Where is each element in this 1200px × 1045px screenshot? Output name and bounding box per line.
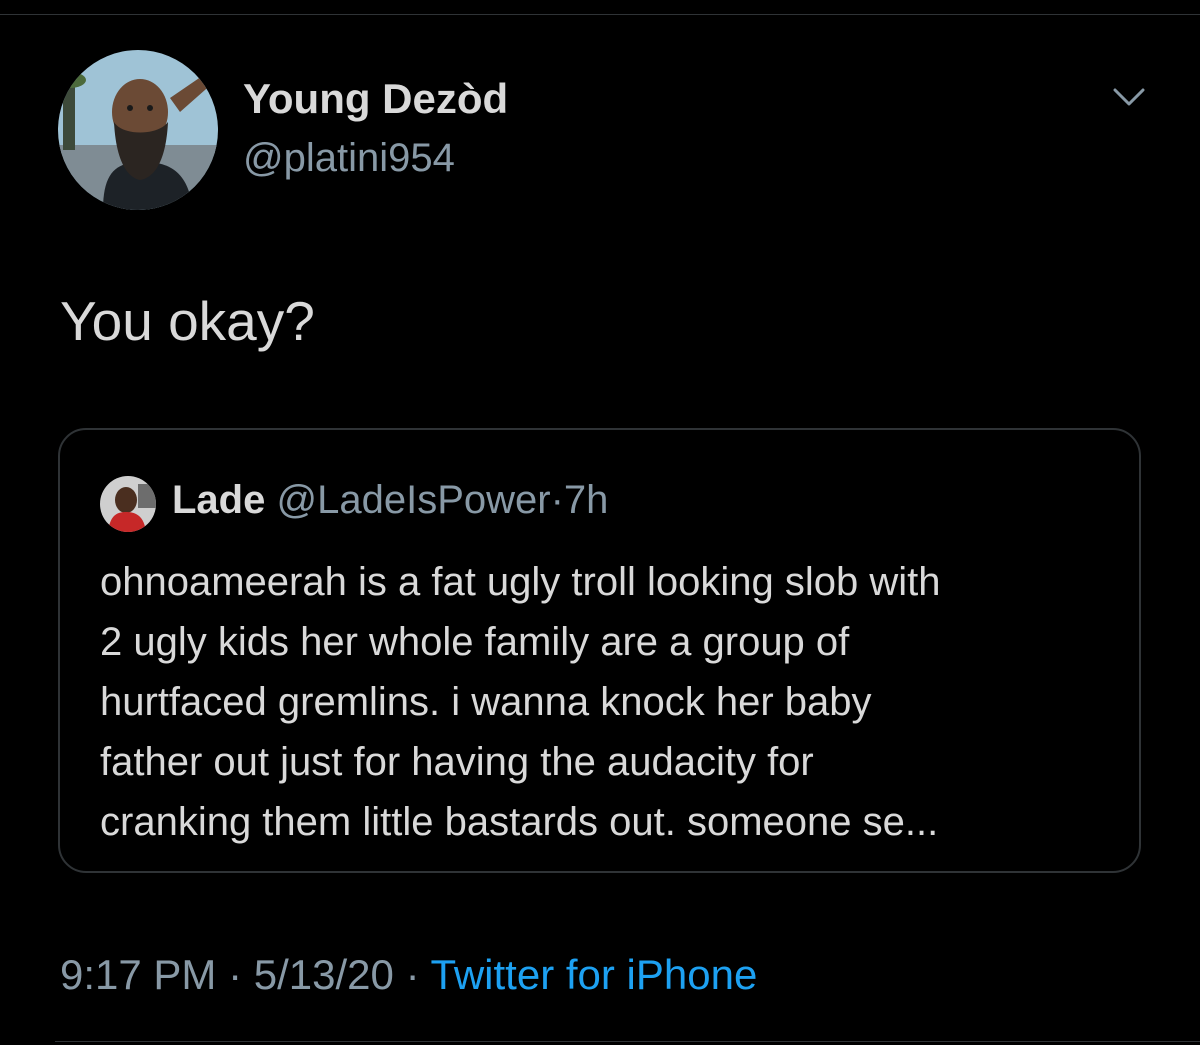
quoted-text-line: cranking them little bastards out. someo… <box>100 800 939 844</box>
quoted-tweet-card[interactable]: Lade @LadeIsPower·7h ohnoameerah is a fa… <box>58 428 1141 873</box>
quoted-text-line: 2 ugly kids her whole family are a group… <box>100 620 850 664</box>
quoted-text-line: ohnoameerah is a fat ugly troll looking … <box>100 560 941 604</box>
author-handle[interactable]: @platini954 <box>243 136 455 180</box>
quoted-author-avatar <box>100 476 156 532</box>
author-avatar-image <box>58 50 218 210</box>
quoted-author-handle: @LadeIsPower <box>276 478 551 522</box>
quoted-tweet-text: ohnoameerah is a fat ugly troll looking … <box>100 552 1110 852</box>
quoted-separator: · <box>550 478 564 522</box>
chevron-down-icon[interactable] <box>1112 86 1146 108</box>
quoted-text-line: father out just for having the audacity … <box>100 740 814 784</box>
meta-separator: · <box>405 951 420 998</box>
tweet-text: You okay? <box>60 290 315 352</box>
tweet-source-link[interactable]: Twitter for iPhone <box>431 951 758 998</box>
tweet-date[interactable]: 5/13/20 <box>254 951 394 998</box>
tweet-metadata: 9:17 PM · 5/13/20 · Twitter for iPhone <box>60 951 758 998</box>
author-avatar[interactable] <box>58 50 218 210</box>
bottom-divider <box>55 1041 1200 1042</box>
author-display-name[interactable]: Young Dezòd <box>243 75 508 122</box>
quoted-author-name: Lade <box>172 478 266 522</box>
tweet-time[interactable]: 9:17 PM <box>60 951 216 998</box>
quoted-tweet-header: Lade @LadeIsPower·7h <box>172 478 608 522</box>
meta-separator: · <box>228 951 243 998</box>
quoted-text-line: hurtfaced gremlins. i wanna knock her ba… <box>100 680 872 724</box>
top-divider <box>0 14 1200 15</box>
quoted-timestamp: 7h <box>563 478 609 522</box>
